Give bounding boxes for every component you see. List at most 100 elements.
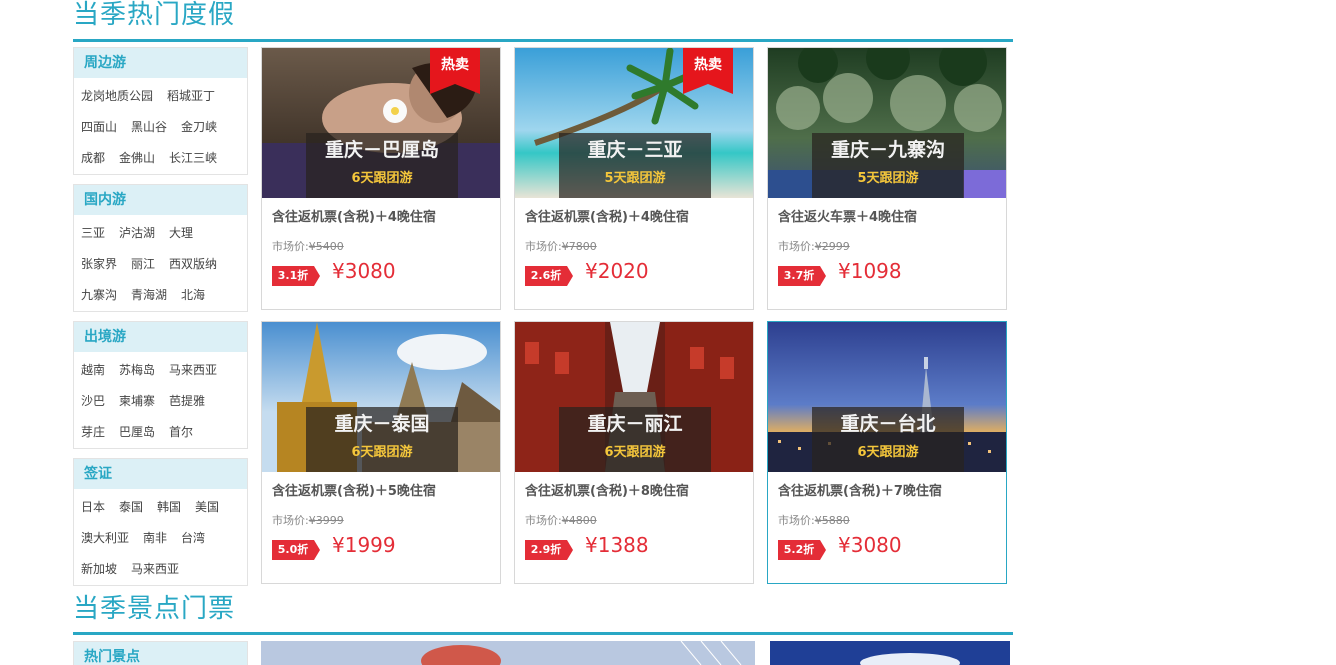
category-link[interactable]: 苏梅岛 <box>119 363 155 377</box>
card-caption: 重庆－九寨沟 5天跟团游 <box>812 133 964 198</box>
discount-tag-tip <box>820 540 826 560</box>
category-box-visa: 签证 日本 泰国 韩国 美国 澳大利亚 南非 台湾 新加坡 马来西亚 <box>73 458 248 586</box>
category-link[interactable]: 金佛山 <box>119 151 155 165</box>
category-heading[interactable]: 国内游 <box>74 185 247 215</box>
category-link[interactable]: 长江三峡 <box>169 151 217 165</box>
card-image[interactable]: 重庆－九寨沟 5天跟团游 <box>768 48 1006 198</box>
category-link[interactable]: 越南 <box>81 363 105 377</box>
product-card-thailand[interactable]: 重庆－泰国 6天跟团游 含往返机票(含税)＋5晚住宿 市场价:¥3999 5.0… <box>261 321 501 584</box>
discount-tag: 2.6折 <box>525 266 567 286</box>
product-card-jiuzhaigou[interactable]: 重庆－九寨沟 5天跟团游 含往返火车票＋4晚住宿 市场价:¥2999 3.7折 … <box>767 47 1007 310</box>
discount-tag: 3.7折 <box>778 266 820 286</box>
card-description: 含往返机票(含税)＋5晚住宿 <box>272 484 436 499</box>
category-heading[interactable]: 周边游 <box>74 48 247 78</box>
section-divider <box>73 632 1013 635</box>
category-link[interactable]: 龙岗地质公园 <box>81 89 153 103</box>
category-link[interactable]: 黑山谷 <box>131 120 167 134</box>
card-image[interactable]: 重庆－泰国 6天跟团游 <box>262 322 500 472</box>
category-link[interactable]: 马来西亚 <box>131 562 179 576</box>
category-link[interactable]: 西双版纳 <box>169 257 217 271</box>
category-link[interactable]: 柬埔寨 <box>119 394 155 408</box>
category-link[interactable]: 芭提雅 <box>169 394 205 408</box>
category-link[interactable]: 大理 <box>169 226 193 240</box>
category-link[interactable]: 北海 <box>181 288 205 302</box>
category-link[interactable]: 美国 <box>195 500 219 514</box>
category-link[interactable]: 丽江 <box>131 257 155 271</box>
category-heading[interactable]: 出境游 <box>74 322 247 352</box>
ticket-card-image[interactable] <box>770 641 1010 665</box>
market-price: 市场价:¥3999 <box>272 514 344 527</box>
card-subtitle: 5天跟团游 <box>604 171 666 186</box>
product-card-lijiang[interactable]: 重庆－丽江 6天跟团游 含往返机票(含税)＋8晚住宿 市场价:¥4800 2.9… <box>514 321 754 584</box>
discount-tag: 3.1折 <box>272 266 314 286</box>
product-card-taipei[interactable]: 重庆－台北 6天跟团游 含往返机票(含税)＋7晚住宿 市场价:¥5880 5.2… <box>767 321 1007 584</box>
hot-badge: 热卖 <box>430 48 480 84</box>
discount-tag-tip <box>567 266 573 286</box>
category-link[interactable]: 南非 <box>143 531 167 545</box>
ticket-banner-image[interactable] <box>261 641 755 665</box>
card-subtitle: 6天跟团游 <box>351 445 413 460</box>
card-description: 含往返机票(含税)＋7晚住宿 <box>778 484 942 499</box>
category-link[interactable]: 日本 <box>81 500 105 514</box>
category-heading[interactable]: 签证 <box>74 459 247 489</box>
card-title: 重庆－丽江 <box>587 413 683 435</box>
category-link[interactable]: 新加坡 <box>81 562 117 576</box>
section-title-vacation: 当季热门度假 <box>73 0 236 30</box>
category-link[interactable]: 三亚 <box>81 226 105 240</box>
card-title: 重庆－巴厘岛 <box>324 139 439 161</box>
category-link[interactable]: 沙巴 <box>81 394 105 408</box>
category-link[interactable]: 巴厘岛 <box>119 425 155 439</box>
card-caption: 重庆－巴厘岛 6天跟团游 <box>306 133 458 198</box>
market-price: 市场价:¥5400 <box>272 240 344 253</box>
card-caption: 重庆－泰国 6天跟团游 <box>306 407 458 472</box>
category-link[interactable]: 马来西亚 <box>169 363 217 377</box>
category-box-outbound: 出境游 越南 苏梅岛 马来西亚 沙巴 柬埔寨 芭提雅 芽庄 巴厘岛 首尔 <box>73 321 248 449</box>
product-card-sanya[interactable]: 重庆－三亚 5天跟团游 热卖 含往返机票(含税)＋4晚住宿 市场价:¥7800 … <box>514 47 754 310</box>
card-title: 重庆－三亚 <box>587 139 683 161</box>
category-link[interactable]: 韩国 <box>157 500 181 514</box>
category-box-nearby: 周边游 龙岗地质公园 稻城亚丁 四面山 黑山谷 金刀峡 成都 金佛山 长江三峡 <box>73 47 248 175</box>
card-subtitle: 6天跟团游 <box>857 445 919 460</box>
card-image[interactable]: 重庆－台北 6天跟团游 <box>768 322 1006 472</box>
category-link[interactable]: 台湾 <box>181 531 205 545</box>
sale-price: ¥1388 <box>585 533 649 557</box>
category-link[interactable]: 稻城亚丁 <box>167 89 215 103</box>
discount-tag: 2.9折 <box>525 540 567 560</box>
category-link[interactable]: 青海湖 <box>131 288 167 302</box>
category-link[interactable]: 四面山 <box>81 120 117 134</box>
discount-tag: 5.2折 <box>778 540 820 560</box>
section-title-tickets: 当季景点门票 <box>73 594 236 624</box>
discount-tag-tip <box>567 540 573 560</box>
card-subtitle: 6天跟团游 <box>351 171 413 186</box>
category-link[interactable]: 金刀峡 <box>181 120 217 134</box>
card-title: 重庆－台北 <box>840 413 936 435</box>
card-description: 含往返机票(含税)＋4晚住宿 <box>525 210 689 225</box>
card-description: 含往返火车票＋4晚住宿 <box>778 210 918 225</box>
section-divider <box>73 39 1013 42</box>
card-title: 重庆－泰国 <box>334 413 430 435</box>
category-link[interactable]: 泰国 <box>119 500 143 514</box>
discount-tag-tip <box>314 540 320 560</box>
market-price: 市场价:¥4800 <box>525 514 597 527</box>
category-link[interactable]: 澳大利亚 <box>81 531 129 545</box>
market-price: 市场价:¥7800 <box>525 240 597 253</box>
category-link[interactable]: 泸沽湖 <box>119 226 155 240</box>
card-image[interactable]: 重庆－丽江 6天跟团游 <box>515 322 753 472</box>
category-link[interactable]: 首尔 <box>169 425 193 439</box>
card-caption: 重庆－丽江 6天跟团游 <box>559 407 711 472</box>
hot-badge-tip <box>683 84 733 94</box>
card-subtitle: 5天跟团游 <box>857 171 919 186</box>
sale-price: ¥3080 <box>332 259 396 283</box>
sale-price: ¥2020 <box>585 259 649 283</box>
card-subtitle: 6天跟团游 <box>604 445 666 460</box>
market-price: 市场价:¥5880 <box>778 514 850 527</box>
sale-price: ¥1098 <box>838 259 902 283</box>
discount-tag-tip <box>314 266 320 286</box>
card-caption: 重庆－三亚 5天跟团游 <box>559 133 711 198</box>
category-link[interactable]: 芽庄 <box>81 425 105 439</box>
product-card-bali[interactable]: 重庆－巴厘岛 6天跟团游 热卖 含往返机票(含税)＋4晚住宿 市场价:¥5400… <box>261 47 501 310</box>
category-link[interactable]: 成都 <box>81 151 105 165</box>
category-link[interactable]: 张家界 <box>81 257 117 271</box>
category-link[interactable]: 九寨沟 <box>81 288 117 302</box>
category-heading[interactable]: 热门景点 <box>74 642 247 665</box>
